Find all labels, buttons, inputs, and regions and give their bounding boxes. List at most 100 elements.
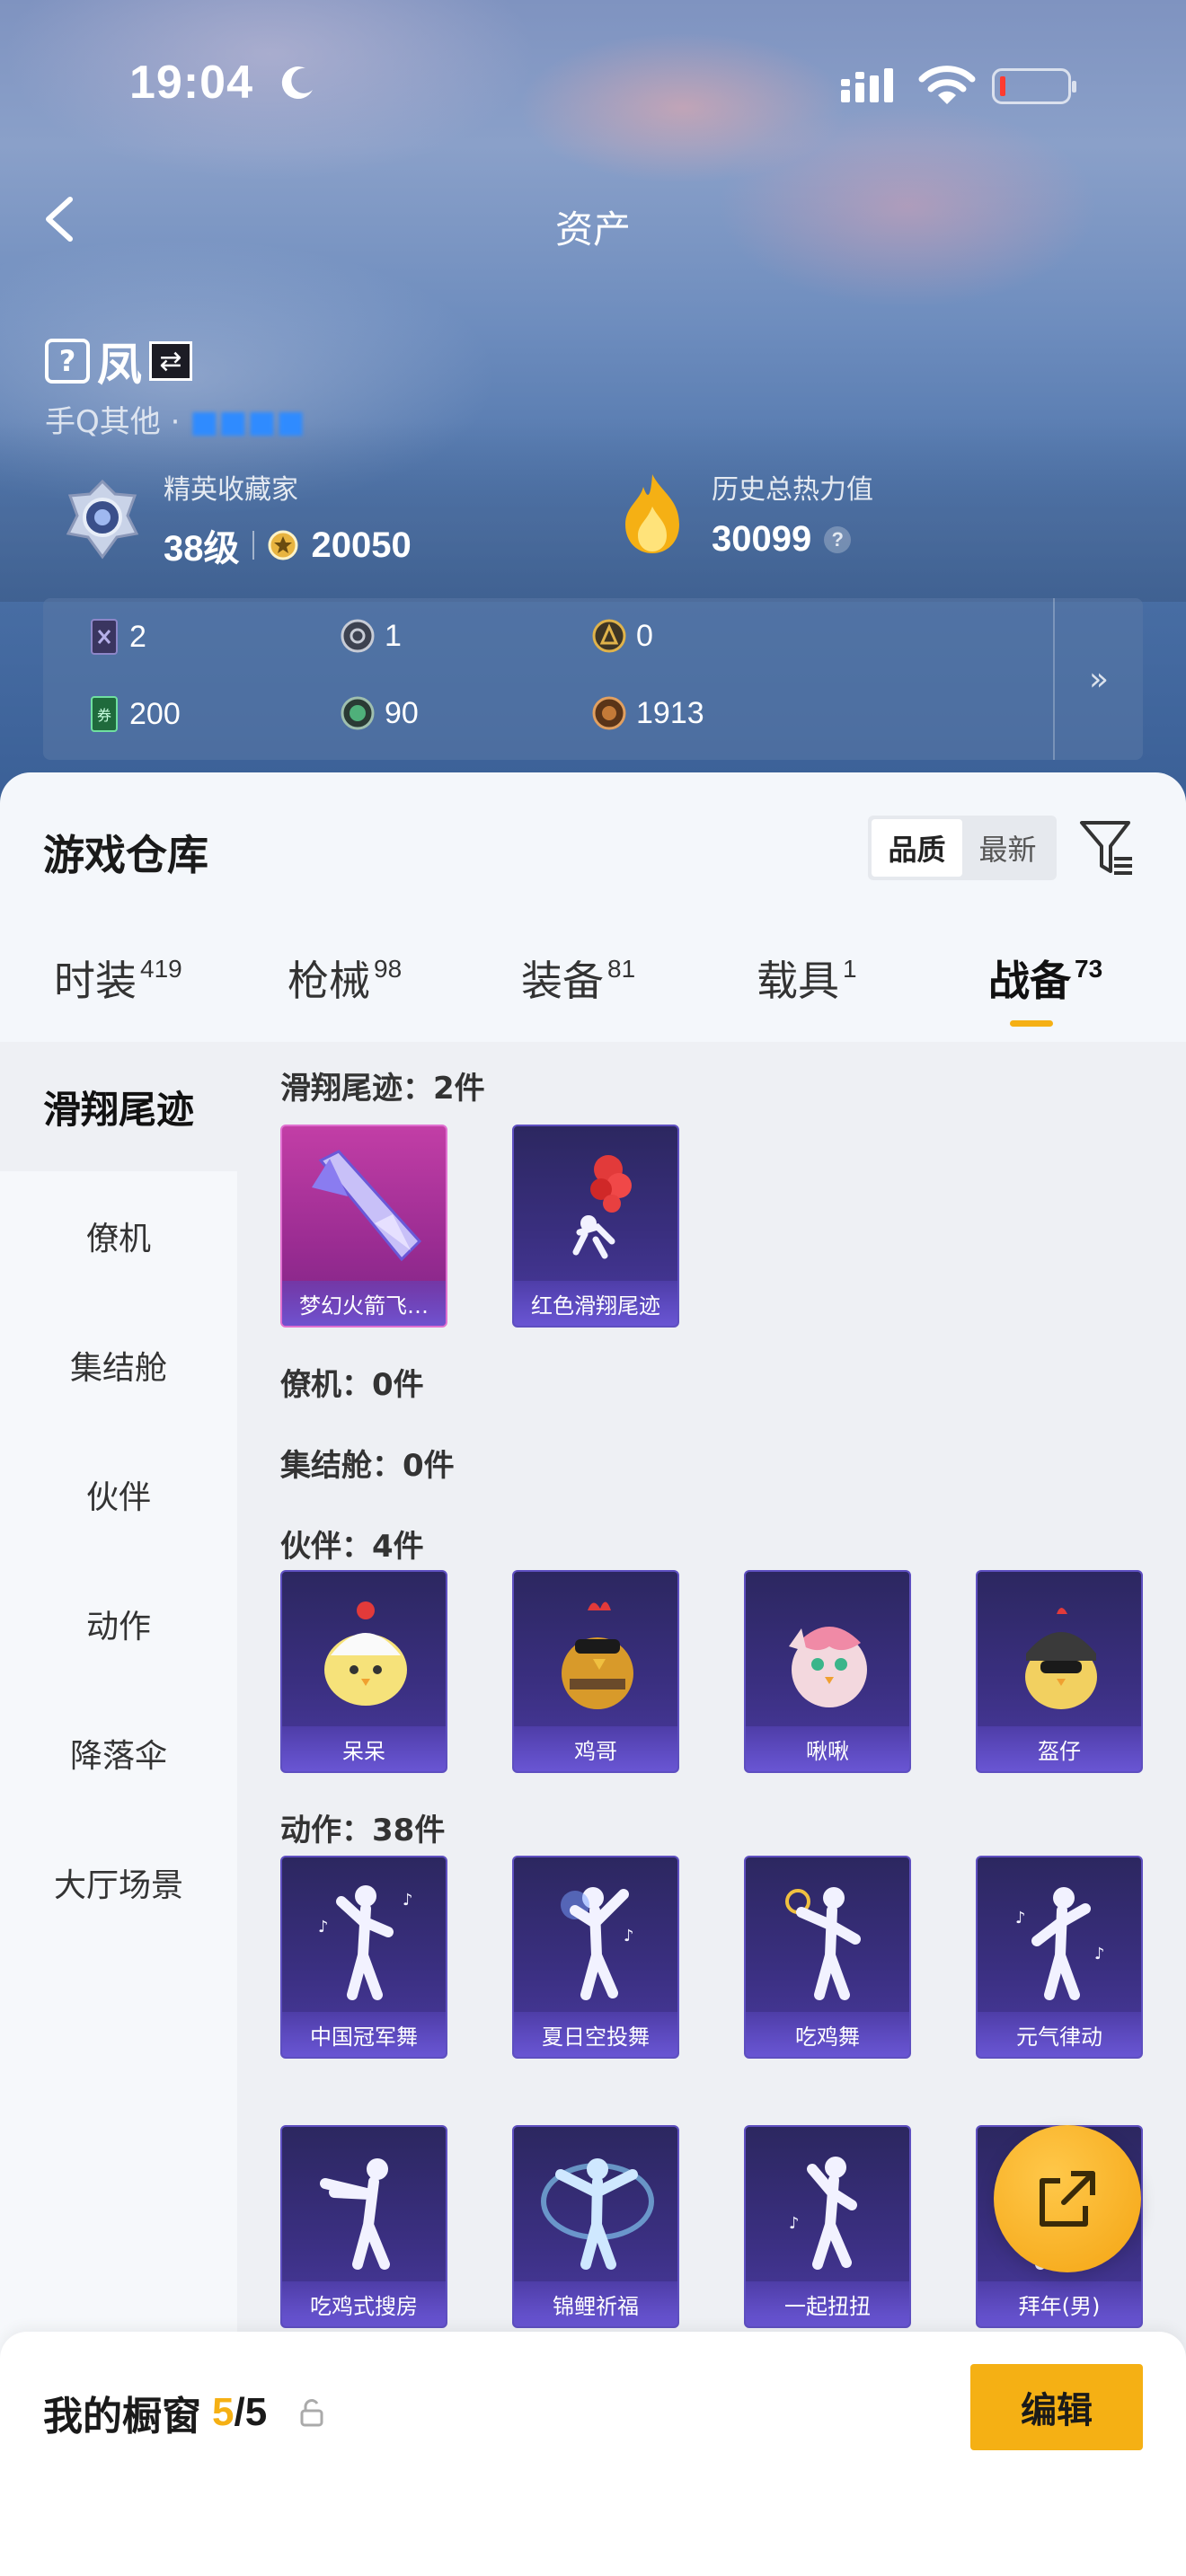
item-label: 吃鸡式搜房 (282, 2281, 446, 2326)
sidebar-item-parachute[interactable]: 降落伞 (0, 1689, 237, 1818)
flame-icon (625, 473, 679, 553)
dance-pose-icon: ♪ (746, 2127, 909, 2285)
tab-battle-gear[interactable]: 战备 73 (988, 948, 1102, 1008)
tab-label: 装备 (521, 957, 604, 1005)
tab-fashion[interactable]: 时装 419 (54, 948, 182, 1008)
sidebar-item-partner[interactable]: 伙伴 (0, 1430, 237, 1559)
currency-panel: 2 1 0 券 200 90 1913 » (43, 598, 1143, 760)
currency-item: 0 (591, 618, 653, 654)
item-card[interactable]: 呆呆 (280, 1570, 447, 1773)
section-title-glide: 滑翔尾迹：2件 (280, 1071, 485, 1107)
share-button[interactable] (994, 2125, 1141, 2272)
item-label: 元气律动 (978, 2012, 1141, 2057)
tab-label: 时装 (54, 957, 137, 1005)
section-title-partner: 伙伴：4件 (280, 1529, 424, 1565)
active-tab-indicator (1010, 1020, 1053, 1027)
item-card[interactable]: 鸡哥 (512, 1570, 679, 1773)
svg-text:♪: ♪ (789, 2214, 800, 2233)
item-label: 梦幻火箭飞… (282, 1281, 446, 1326)
currency-value: 0 (636, 618, 653, 653)
category-tabs: 时装 419 枪械 98 装备 81 载具 1 战备 73 (0, 948, 1186, 1038)
help-icon[interactable]: ? (824, 525, 852, 553)
sort-quality-option[interactable]: 品质 (872, 819, 962, 877)
item-card[interactable]: ♪ 一起扭扭 (744, 2125, 911, 2328)
currency-more-button[interactable]: » (1053, 598, 1143, 760)
item-card[interactable]: 盔仔 (976, 1570, 1143, 1773)
item-card[interactable]: 吃鸡舞 (744, 1856, 911, 2059)
item-card[interactable]: ♪ 夏日空投舞 (512, 1856, 679, 2059)
item-label: 中国冠军舞 (282, 2012, 446, 2057)
section-title-emote: 动作：38件 (280, 1813, 446, 1848)
currency-item: 1913 (591, 695, 704, 731)
sort-newest-option[interactable]: 最新 (962, 819, 1053, 877)
helmet-chick-pet-icon (978, 1572, 1141, 1730)
silver-coin-icon (341, 619, 375, 653)
item-label: 吃鸡舞 (746, 2012, 909, 2057)
wifi-icon (918, 66, 976, 104)
showcase-title: 我的橱窗 (43, 2394, 201, 2439)
sort-toggle: 品质 最新 (868, 816, 1057, 880)
sidebar-item-emote[interactable]: 动作 (0, 1559, 237, 1689)
platform-label: 手Q其他 · (45, 404, 190, 440)
warehouse-title: 游戏仓库 (43, 831, 208, 879)
status-time: 19:04 (129, 57, 253, 109)
dance-pose-icon: ♪ ♪ (978, 1857, 1141, 2016)
item-card[interactable]: 梦幻火箭飞… (280, 1125, 447, 1328)
filter-icon[interactable] (1078, 817, 1136, 878)
collector-badge-icon (66, 479, 139, 560)
item-card[interactable]: 啾啾 (744, 1570, 911, 1773)
item-card[interactable]: 吃鸡式搜房 (280, 2125, 447, 2328)
share-icon (1040, 2171, 1095, 2227)
item-label: 呆呆 (282, 1726, 446, 1771)
tab-vehicles[interactable]: 载具 1 (757, 948, 857, 1008)
currency-item: 90 (340, 695, 419, 731)
category-sidebar: 滑翔尾迹 僚机 集结舱 伙伴 动作 降落伞 大厅场景 (0, 1042, 237, 2371)
currency-value: 90 (385, 695, 419, 730)
item-label: 一起扭扭 (746, 2281, 909, 2326)
sidebar-item-wingman[interactable]: 僚机 (0, 1171, 237, 1301)
item-card[interactable]: ♪ ♪ 中国冠军舞 (280, 1856, 447, 2059)
dance-pose-icon (746, 1857, 909, 2016)
page-title: 资产 (554, 207, 631, 251)
sidebar-item-lobby-scene[interactable]: 大厅场景 (0, 1818, 237, 1947)
currency-value: 1913 (636, 695, 704, 730)
collector-points: 20050 (311, 525, 412, 565)
showcase-total: /5 (234, 2390, 268, 2434)
collector-stat[interactable]: 精英收藏家 38级 20050 (61, 467, 412, 571)
unknown-avatar-icon: ? (45, 339, 90, 384)
game-warehouse-panel: 游戏仓库 品质 最新 时装 419 枪械 98 装备 81 载具 1 战备 73 滑翔尾迹… (0, 772, 1186, 2371)
tab-guns[interactable]: 枪械 98 (288, 948, 402, 1008)
unlock-icon (300, 2399, 323, 2427)
tab-equipment[interactable]: 装备 81 (521, 948, 635, 1008)
battery-level (1000, 76, 1005, 96)
item-label: 锦鲤祈福 (514, 2281, 677, 2326)
card-icon (91, 619, 118, 655)
item-card[interactable]: ♪ ♪ 元气律动 (976, 1856, 1143, 2059)
gold-coin-icon (592, 619, 626, 653)
svg-text:♪: ♪ (624, 1927, 634, 1945)
profile-name-row: ? 凤 ⇄ (45, 329, 192, 393)
edit-button[interactable]: 编辑 (970, 2364, 1143, 2450)
heat-stat[interactable]: 历史总热力值 30099 ? (616, 467, 873, 560)
sidebar-item-assembly-pod[interactable]: 集结舱 (0, 1301, 237, 1430)
divider (252, 531, 254, 560)
dance-pose-icon (282, 2127, 446, 2285)
medal-coin-icon (268, 530, 297, 560)
item-card[interactable]: 红色滑翔尾迹 (512, 1125, 679, 1328)
section-title-pod: 集结舱：0件 (280, 1448, 455, 1484)
collector-level: 38级 (164, 529, 240, 569)
svg-text:♪: ♪ (1094, 1945, 1105, 1963)
heat-value: 30099 (712, 519, 812, 559)
tab-count: 98 (374, 955, 403, 983)
tab-label: 枪械 (288, 957, 370, 1005)
currency-value: 1 (385, 618, 402, 653)
sidebar-item-glide-trail[interactable]: 滑翔尾迹 (0, 1042, 237, 1171)
item-label: 夏日空投舞 (514, 2012, 677, 2057)
showcase-title-row: 我的橱窗 5 /5 (43, 2384, 324, 2441)
switch-account-icon[interactable]: ⇄ (149, 341, 192, 381)
item-card[interactable]: 锦鲤祈福 (512, 2125, 679, 2328)
tab-count: 73 (1075, 955, 1103, 983)
svg-text:♪: ♪ (403, 1891, 413, 1910)
currency-value: 200 (129, 696, 181, 731)
item-label: 红色滑翔尾迹 (514, 1281, 677, 1326)
